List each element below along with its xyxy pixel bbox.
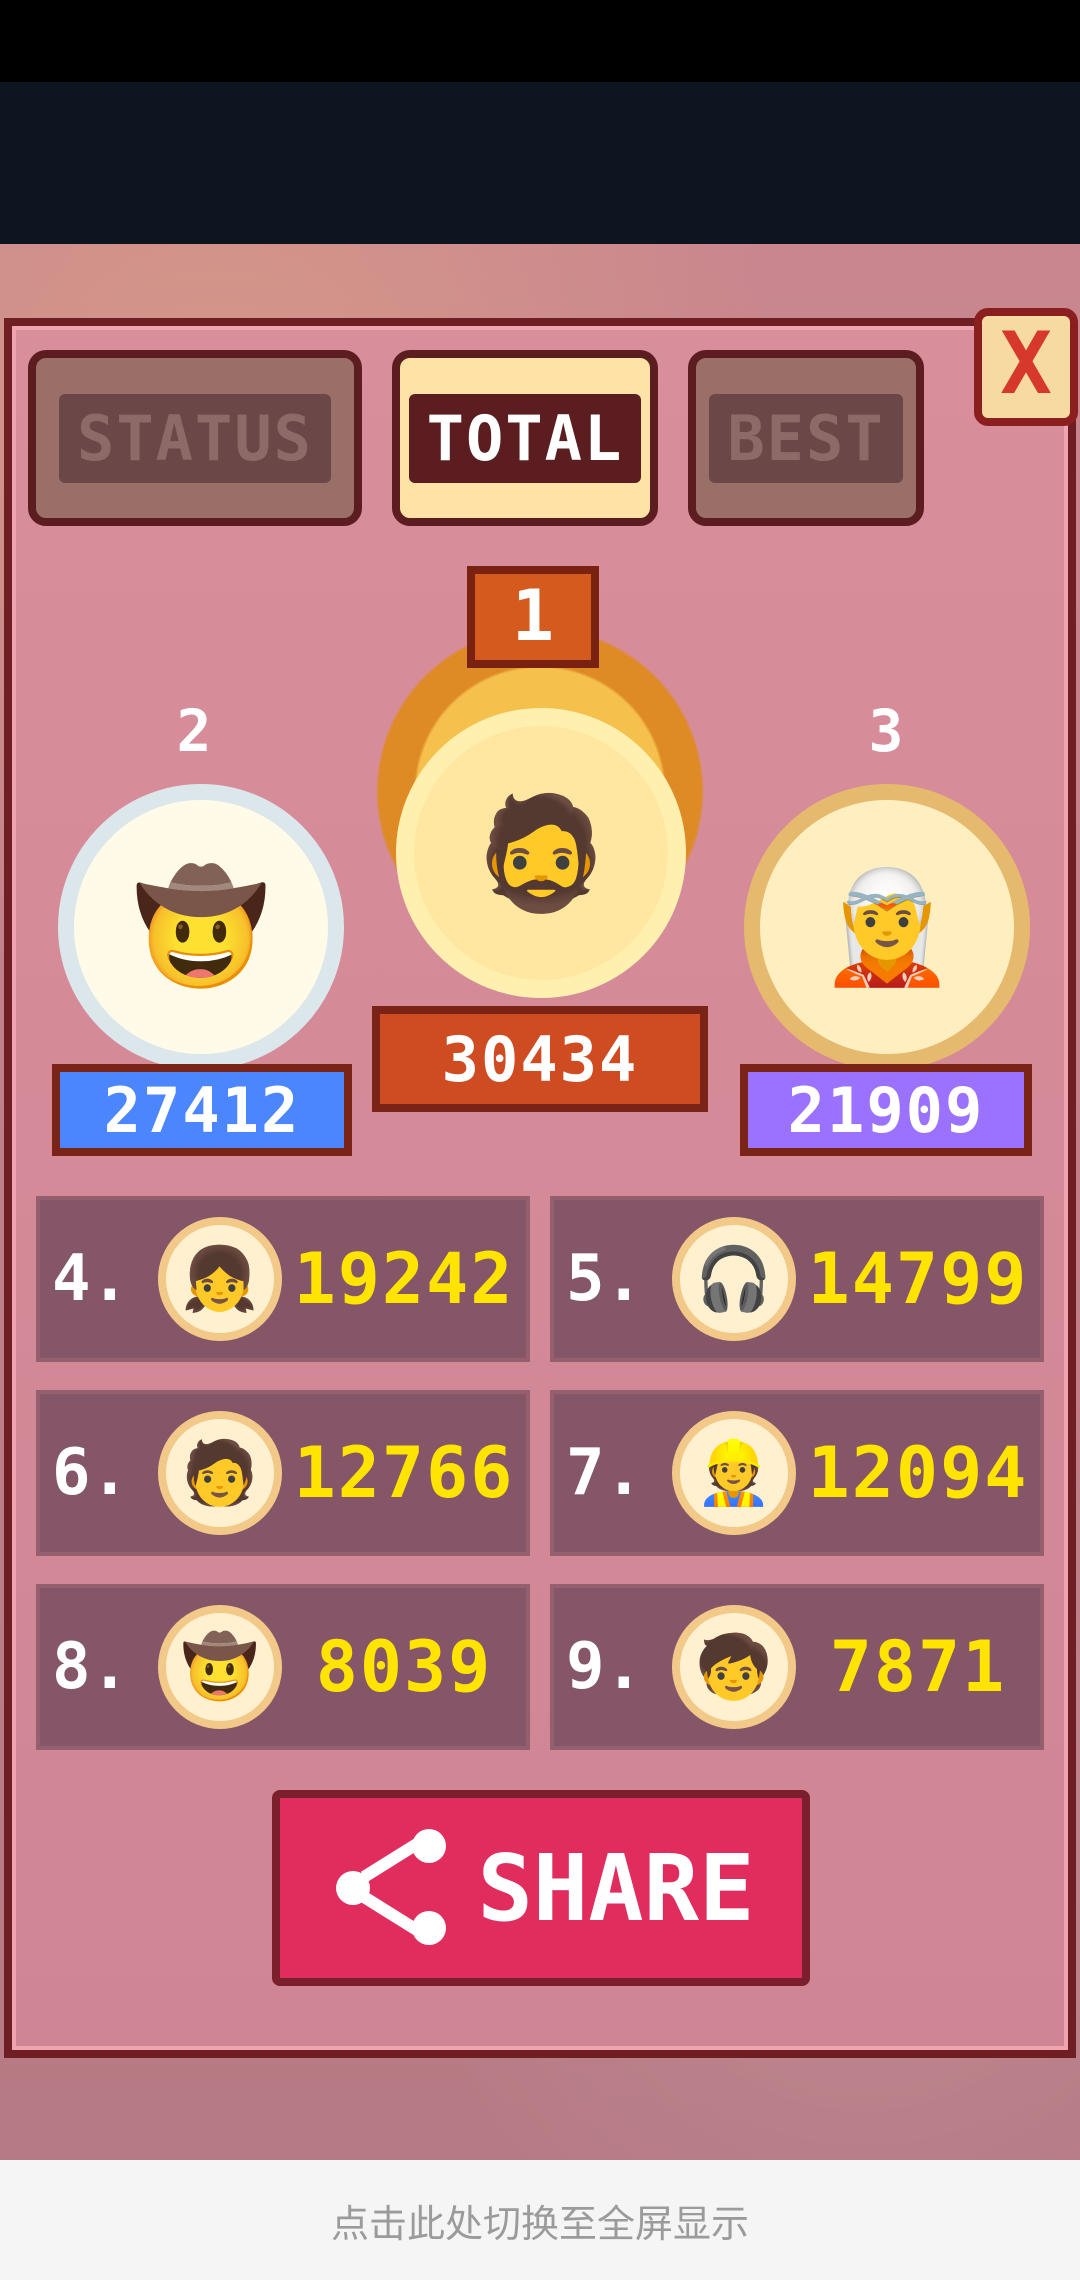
headphones-girl-avatar-icon: 🎧 xyxy=(672,1217,796,1341)
rank-number: 7. xyxy=(566,1436,644,1510)
third-place-avatar: 🧝 xyxy=(744,784,1030,1070)
rank-number: 4. xyxy=(52,1242,130,1316)
first-place-score: 30434 xyxy=(372,1006,708,1112)
tab-best-label: BEST xyxy=(709,393,903,483)
rank-score: 12094 xyxy=(807,1432,1029,1514)
green-hat-elf-avatar-icon: 🧝 xyxy=(818,862,956,991)
share-button[interactable]: SHARE xyxy=(272,1790,810,1986)
close-button[interactable]: X xyxy=(974,308,1078,426)
ranking-row: 6. 🧑 12766 xyxy=(36,1390,530,1556)
tab-best[interactable]: BEST xyxy=(688,350,924,526)
bearded-man-avatar-icon: 🧔 xyxy=(472,788,610,917)
blue-cap-kid-avatar-icon: 🧒 xyxy=(672,1605,796,1729)
rank-number: 9. xyxy=(566,1630,644,1704)
redhead-girl-avatar-icon: 👧 xyxy=(158,1217,282,1341)
rank-1-badge: 1 xyxy=(467,566,599,668)
rank-score: 8039 xyxy=(315,1626,493,1708)
close-icon: X xyxy=(1000,314,1052,414)
tab-status-label: STATUS xyxy=(59,393,331,483)
second-place-score: 27412 xyxy=(52,1064,352,1156)
rank-score: 14799 xyxy=(807,1238,1029,1320)
hardhat-worker-avatar-icon: 👷 xyxy=(672,1411,796,1535)
second-place-avatar: 🤠 xyxy=(58,784,344,1070)
fullscreen-toggle-text: 点击此处切换至全屏显示 xyxy=(330,2201,749,2246)
dark-header-area xyxy=(0,82,1080,244)
share-icon xyxy=(328,1823,458,1953)
rank-3-label: 3 xyxy=(868,697,904,765)
tab-status[interactable]: STATUS xyxy=(28,350,362,526)
rank-number: 5. xyxy=(566,1242,644,1316)
tab-total-label: TOTAL xyxy=(408,393,642,483)
blue-hat-boy-avatar-icon: 🧑 xyxy=(158,1411,282,1535)
ranking-row: 7. 👷 12094 xyxy=(550,1390,1044,1556)
tab-total[interactable]: TOTAL xyxy=(392,350,658,526)
top-black-bar xyxy=(0,0,1080,82)
rank-score: 19242 xyxy=(293,1238,515,1320)
rank-number: 8. xyxy=(52,1630,130,1704)
third-place-score: 21909 xyxy=(740,1064,1032,1156)
rank-score: 7871 xyxy=(829,1626,1007,1708)
fullscreen-toggle-bar[interactable]: 点击此处切换至全屏显示 xyxy=(0,2160,1080,2280)
ranking-row: 5. 🎧 14799 xyxy=(550,1196,1044,1362)
rank-2-label: 2 xyxy=(176,697,212,765)
hatted-gunslinger-avatar-icon: 🤠 xyxy=(158,1605,282,1729)
cowboy-avatar-icon: 🤠 xyxy=(132,862,270,991)
ranking-row: 4. 👧 19242 xyxy=(36,1196,530,1362)
rank-score: 12766 xyxy=(293,1432,515,1514)
ranking-row: 9. 🧒 7871 xyxy=(550,1584,1044,1750)
ranking-row: 8. 🤠 8039 xyxy=(36,1584,530,1750)
first-place-avatar: 🧔 xyxy=(396,708,686,998)
share-button-label: SHARE xyxy=(477,1834,755,1942)
rank-number: 6. xyxy=(52,1436,130,1510)
